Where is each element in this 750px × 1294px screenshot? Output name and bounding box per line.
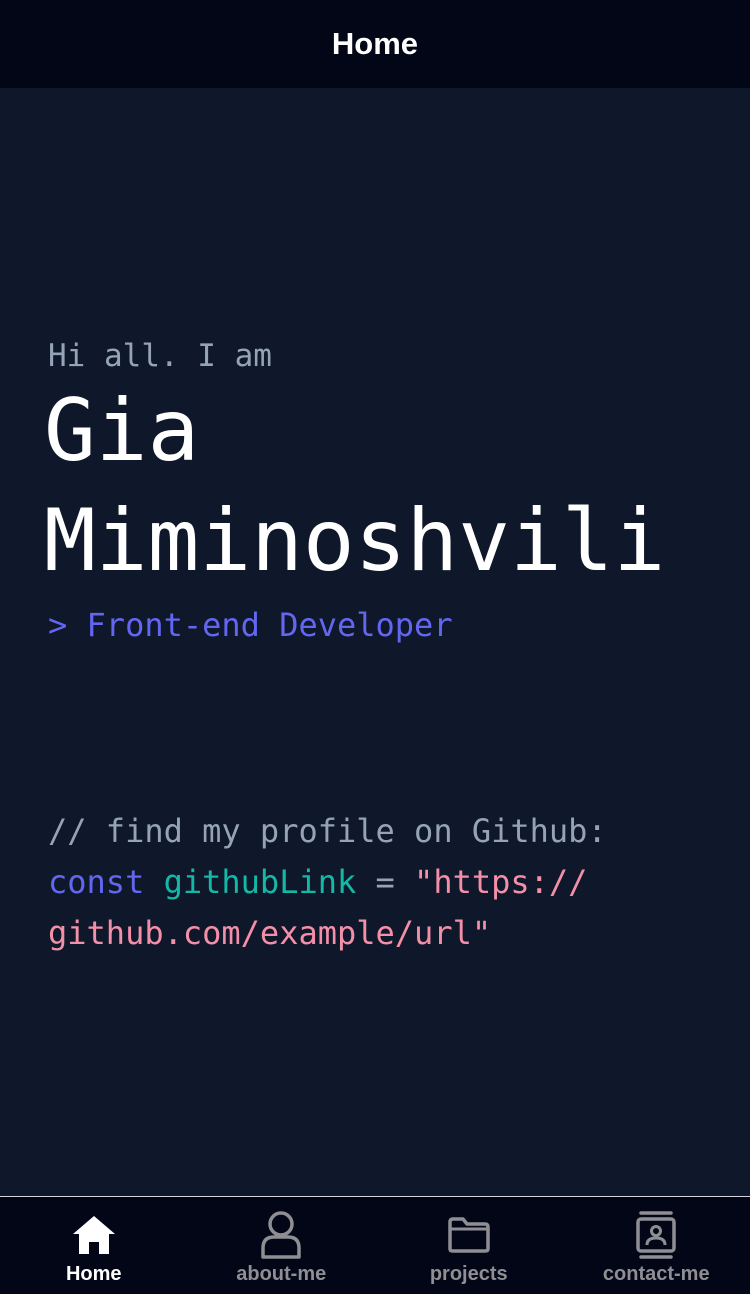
hero-name: Gia Miminoshvili bbox=[44, 376, 744, 596]
tab-projects[interactable]: projects bbox=[375, 1197, 563, 1294]
bottom-tab-bar: Home about-me projects contact-me bbox=[0, 1196, 750, 1294]
tab-about-me[interactable]: about-me bbox=[188, 1197, 376, 1294]
code-snippet: // find my profile on Github: const gith… bbox=[48, 806, 728, 959]
tab-home[interactable]: Home bbox=[0, 1197, 188, 1294]
main-content: Hi all. I am Gia Miminoshvili > Front-en… bbox=[0, 88, 750, 1196]
code-comment: // find my profile on Github: bbox=[48, 812, 607, 850]
user-icon bbox=[257, 1211, 305, 1259]
role-subtitle: > Front-end Developer bbox=[48, 606, 453, 644]
github-link-part1[interactable]: "https:// bbox=[414, 863, 587, 901]
tab-label-contact-me: contact-me bbox=[602, 1263, 710, 1285]
name-first: Gia bbox=[44, 381, 200, 481]
tab-label-about-me: about-me bbox=[236, 1263, 327, 1285]
tab-contact-me[interactable]: contact-me bbox=[563, 1197, 750, 1294]
code-line-declaration: const githubLink = "https:// bbox=[48, 857, 728, 908]
tab-label-projects: projects bbox=[429, 1263, 508, 1285]
tab-label-home: Home bbox=[65, 1263, 122, 1285]
code-variable: githubLink bbox=[163, 863, 357, 901]
code-keyword: const bbox=[48, 863, 145, 901]
github-link-part2[interactable]: github.com/example/url" bbox=[48, 908, 728, 959]
folder-icon bbox=[445, 1211, 493, 1259]
greeting-text: Hi all. I am bbox=[48, 338, 272, 374]
page-title: Home bbox=[331, 26, 419, 61]
home-icon bbox=[70, 1211, 118, 1259]
header-bar: Home bbox=[0, 0, 750, 88]
code-operator: = bbox=[375, 863, 395, 901]
contact-card-icon bbox=[632, 1211, 680, 1259]
name-last: Miminoshvili bbox=[44, 491, 666, 591]
